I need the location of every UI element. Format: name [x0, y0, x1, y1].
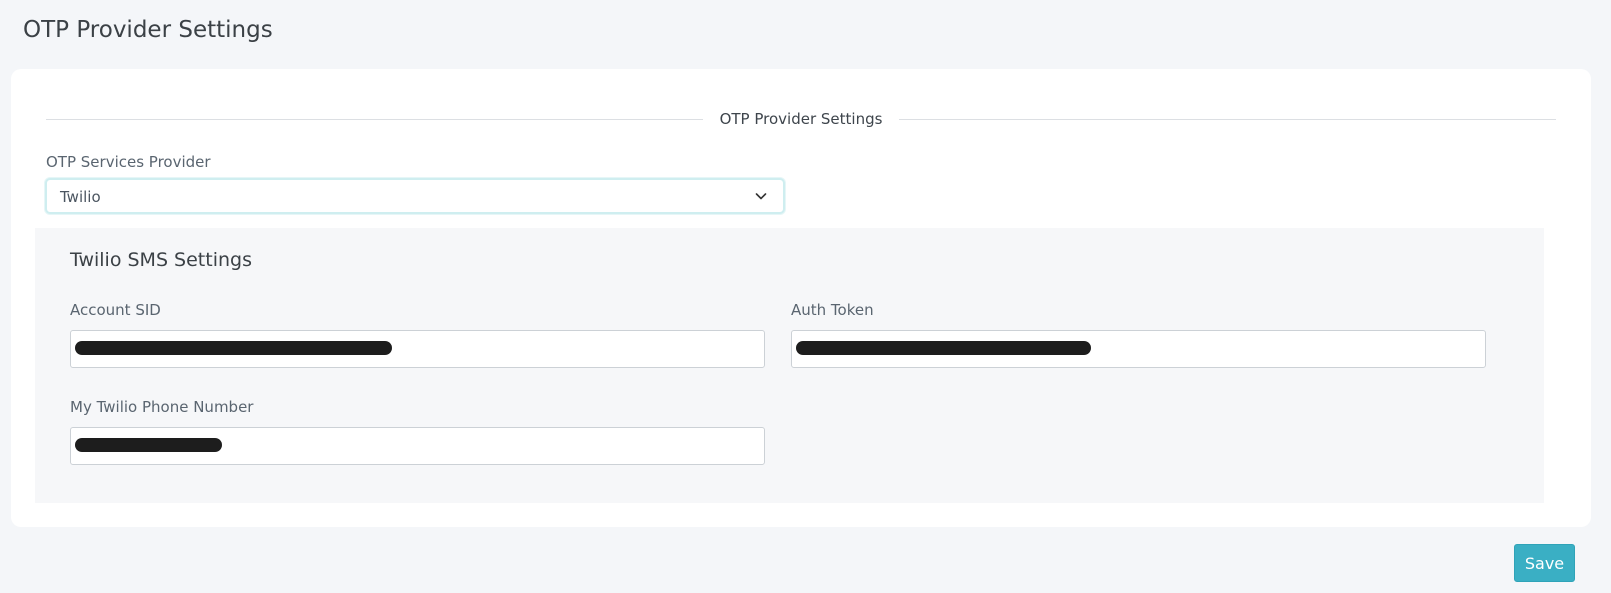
phone-number-redaction [75, 438, 222, 452]
auth-token-label: Auth Token [791, 301, 874, 319]
save-button[interactable]: Save [1514, 544, 1575, 582]
chevron-down-icon [755, 193, 767, 200]
section-divider: OTP Provider Settings [46, 109, 1556, 129]
otp-provider-select[interactable]: Twilio [45, 178, 785, 214]
page-title: OTP Provider Settings [23, 17, 273, 43]
settings-card: OTP Provider Settings OTP Services Provi… [11, 69, 1591, 527]
auth-token-input[interactable] [791, 330, 1486, 368]
twilio-settings-panel: Twilio SMS Settings Account SID Auth Tok… [35, 228, 1544, 503]
divider-line-right [899, 118, 1556, 120]
account-sid-redaction [75, 341, 392, 355]
section-divider-label: OTP Provider Settings [719, 110, 883, 128]
account-sid-label: Account SID [70, 301, 161, 319]
otp-provider-label: OTP Services Provider [46, 153, 211, 171]
phone-number-input[interactable] [70, 427, 765, 465]
auth-token-redaction [796, 341, 1091, 355]
otp-provider-selected-value: Twilio [60, 188, 101, 206]
account-sid-input[interactable] [70, 330, 765, 368]
twilio-settings-title: Twilio SMS Settings [70, 249, 252, 271]
divider-line-left [46, 118, 703, 120]
phone-number-label: My Twilio Phone Number [70, 398, 254, 416]
